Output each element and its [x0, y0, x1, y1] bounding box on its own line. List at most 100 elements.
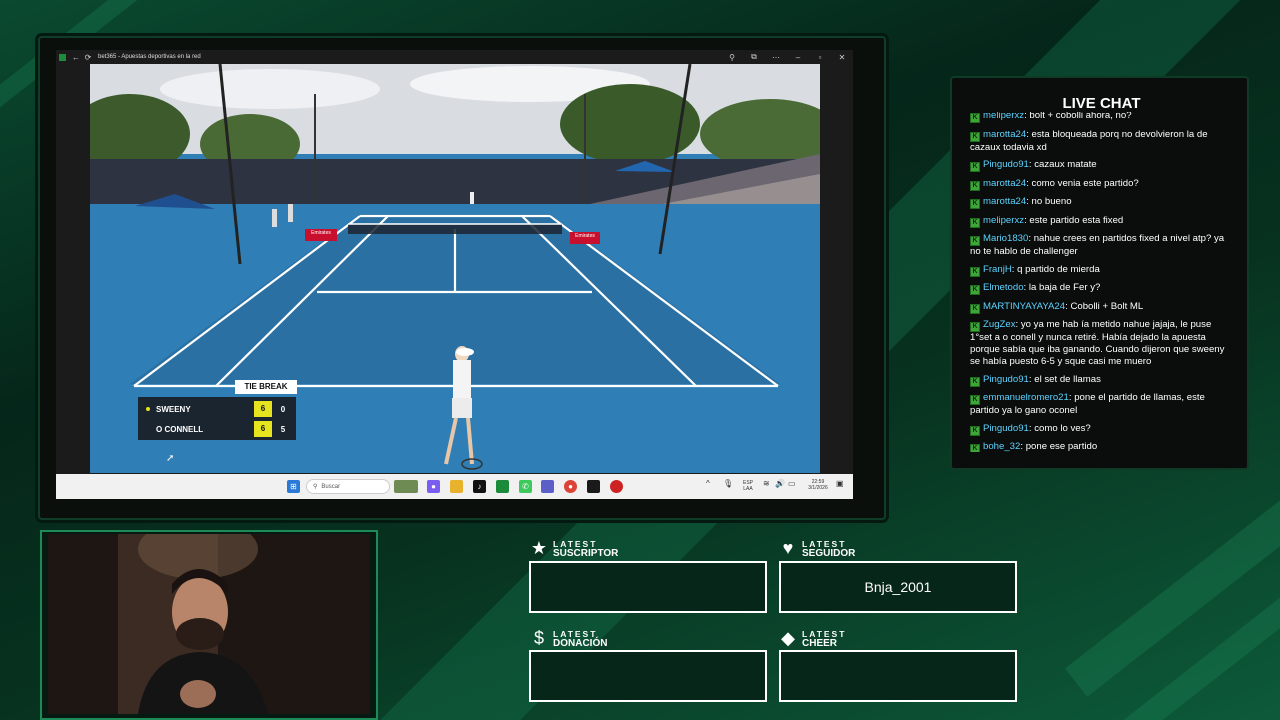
chat-username[interactable]: emmanuelromero21 [983, 392, 1069, 403]
chat-badge-icon: K [970, 180, 980, 191]
widgets-icon[interactable] [394, 480, 418, 493]
zoom-icon[interactable]: ⚲ [721, 53, 743, 62]
latest-subscriber-header: ★ LATEST SUSCRIPTOR [530, 538, 619, 559]
sponsor-board-left: Emirates [311, 230, 331, 236]
chat-text: bolt + cobolli ahora, no? [1029, 112, 1132, 121]
latest-follower-header: ♥ LATEST SEGUIDOR [778, 538, 856, 559]
latest-cheer-box [779, 650, 1017, 702]
latest-follower-box: Bnja_2001 [779, 561, 1017, 613]
chat-message: Kmarotta24: como venia este partido? [970, 178, 1232, 191]
chat-badge-icon: K [970, 162, 980, 172]
chat-badge-icon: K [970, 303, 980, 314]
bet365-favicon-icon [59, 53, 66, 61]
whatsapp-icon[interactable]: ✆ [519, 480, 532, 493]
notifications-icon[interactable]: ▣ [836, 480, 844, 488]
clock[interactable]: 22:59 3/1/2026 [800, 479, 836, 491]
nvidia-icon[interactable] [587, 480, 600, 493]
mouse-cursor-icon: ➚ [166, 453, 175, 464]
chat-text: q partido de mierda [1017, 263, 1100, 275]
tie-break-banner: TIE BREAK [235, 380, 297, 394]
chat-badge-icon: K [970, 217, 980, 228]
player-points: 0 [280, 404, 286, 414]
sponsor-board-right: Emirates [575, 233, 595, 239]
chat-text: no bueno [1031, 196, 1072, 207]
chat-text: la baja de Fer y? [1028, 282, 1101, 293]
file-explorer-icon[interactable] [450, 480, 463, 493]
teams-icon[interactable] [541, 480, 554, 493]
battery-icon[interactable]: ▭ [788, 480, 796, 488]
volume-icon[interactable]: 🔊 [775, 480, 785, 488]
chat-badge-icon: K [970, 395, 980, 405]
search-placeholder: Buscar [321, 483, 341, 490]
chat-text: como lo ves? [1034, 422, 1091, 434]
chat-text: el set de llamas [1034, 373, 1101, 385]
dollar-icon: $ [533, 628, 544, 648]
chat-message: Kbohe_32: pone ese partido [970, 441, 1232, 452]
chat-badge-icon: K [970, 113, 980, 123]
close-button[interactable]: ✕ [831, 53, 853, 62]
chat-username[interactable]: meliperxz [983, 215, 1024, 226]
chat-badge-icon: K [970, 425, 980, 436]
tiktok-icon[interactable]: ♪ [473, 480, 486, 493]
chat-text: este partido esta fixed [1029, 214, 1124, 226]
copilot-icon[interactable]: ● [427, 480, 440, 493]
scoreboard-row: O CONNELL 6 5 [138, 419, 296, 439]
chat-message-list[interactable]: Kmeliperxz: bolt + cobolli ahora, no? Kma… [970, 112, 1232, 452]
menu-icon[interactable]: ⋯ [765, 53, 787, 62]
chat-message: K Elmetodo: la baja de Fer y? [970, 282, 1232, 295]
chat-username[interactable]: Elmetodo [983, 282, 1024, 293]
chat-username[interactable]: Mario1830 [983, 233, 1028, 244]
chat-username[interactable]: Pingudo91 [983, 159, 1029, 170]
chat-message: Kmeliperxz: este partido esta fixed [970, 215, 1232, 228]
latest-donation-header: $ LATEST DONACIÓN [529, 628, 607, 649]
chat-username[interactable]: meliperxz [983, 112, 1024, 121]
scoreboard: SWEENY 6 0 O CONNELL 6 5 [138, 397, 296, 440]
browser-title: bet365 - Apuestas deportivas en la red [98, 54, 201, 60]
chat-message: K FranjH: q partido de mierda [970, 264, 1232, 277]
chat-message: Kmeliperxz: bolt + cobolli ahora, no? [970, 112, 1232, 123]
chat-username[interactable]: marotta24 [983, 178, 1026, 189]
browser-titlebar: ← ⟳ bet365 - Apuestas deportivas en la r… [56, 50, 853, 64]
streamer-webcam-image [48, 534, 370, 714]
app-green-icon[interactable] [496, 480, 509, 493]
chat-message: K MARTINYAYAYA24: Cobolli + Bolt ML [970, 301, 1232, 314]
chat-username[interactable]: Pingudo91 [983, 374, 1029, 385]
chat-username[interactable]: marotta24 [983, 196, 1026, 207]
chrome-icon[interactable]: ● [564, 480, 577, 493]
chat-username[interactable]: MARTINYAYAYA24 [983, 301, 1065, 312]
game-app-icon[interactable] [610, 480, 623, 493]
chat-username[interactable]: Pingudo91 [983, 423, 1029, 434]
latest-subscriber-box [529, 561, 767, 613]
chat-message: K Mario1830: nahue crees en partidos fixe… [970, 233, 1232, 258]
chat-badge-icon: K [970, 322, 980, 332]
star-icon: ★ [530, 538, 548, 558]
player-set-score: 6 [254, 401, 272, 417]
back-arrow-icon[interactable]: ← [70, 53, 82, 62]
chat-badge-icon: K [970, 444, 980, 452]
language-indicator[interactable]: ESP LAA [738, 480, 758, 492]
diamond-icon: ◆ [781, 628, 795, 648]
chat-username[interactable]: bohe_32 [983, 441, 1020, 452]
network-icon[interactable]: ≋ [763, 480, 770, 488]
latest-donation-box [529, 650, 767, 702]
chat-message: Kemmanuelromero21: pone el partido de ll… [970, 392, 1232, 417]
background-stripe [1064, 459, 1280, 697]
chat-text: pone ese partido [1025, 441, 1098, 452]
reload-icon[interactable]: ⟳ [82, 53, 94, 62]
tray-chevron-icon[interactable]: ^ [706, 480, 710, 488]
chat-message: K Pingudo91: cazaux matate [970, 159, 1232, 172]
chat-title: LIVE CHAT [1062, 95, 1141, 112]
chat-username[interactable]: FranjH [983, 264, 1012, 275]
microphone-icon[interactable]: 🎙 [723, 480, 733, 488]
player-name: SWEENY [156, 404, 191, 414]
chat-username[interactable]: ZugZex [983, 319, 1016, 330]
player-points: 5 [280, 424, 286, 434]
taskbar-search-input[interactable]: ⚲ Buscar [306, 479, 390, 494]
scoreboard-row: SWEENY 6 0 [138, 399, 296, 419]
chat-message: Kmarotta24: esta bloqueada porq no devol… [970, 129, 1232, 154]
windows-start-icon[interactable]: ⊞ [287, 480, 300, 493]
minimize-button[interactable]: – [787, 53, 809, 62]
maximize-button[interactable]: ▫ [809, 53, 831, 62]
extensions-icon[interactable]: ⧉ [743, 52, 765, 62]
chat-username[interactable]: marotta24 [983, 129, 1026, 140]
